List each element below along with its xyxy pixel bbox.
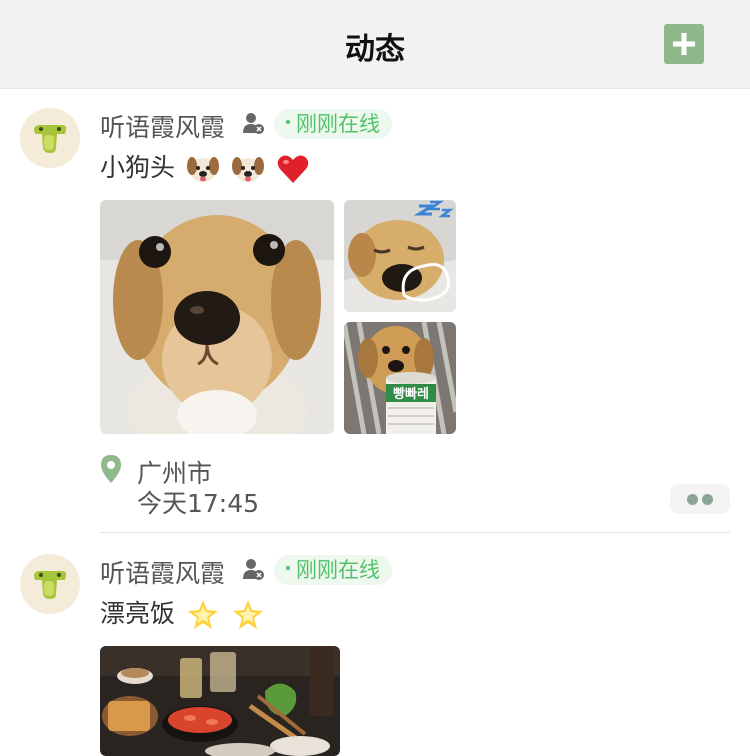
username[interactable]: 听语霞风霞	[100, 554, 225, 590]
photo-food-table[interactable]	[100, 646, 340, 756]
avatar[interactable]	[20, 108, 80, 168]
user-status-icon	[243, 113, 264, 134]
plus-icon	[673, 33, 695, 55]
online-status-badge: 刚刚在线	[274, 109, 392, 139]
post-text-content: 小狗头	[100, 153, 176, 182]
avatar[interactable]	[20, 554, 80, 614]
post-text: 小狗头	[100, 148, 310, 186]
add-post-button[interactable]	[664, 24, 704, 64]
online-dot	[286, 566, 290, 570]
photo-puppy-closeup[interactable]	[100, 200, 334, 434]
cup-label: 빵빠레	[393, 386, 429, 402]
red-heart-icon	[277, 155, 309, 183]
username[interactable]: 听语霞风霞	[100, 108, 225, 144]
location-pin-icon	[101, 455, 121, 483]
dog-face-icon	[186, 157, 219, 182]
top-bar: 动态	[0, 0, 750, 89]
online-status-text: 刚刚在线	[296, 558, 380, 582]
post-text-content: 漂亮饭	[100, 599, 176, 628]
user-status-icon	[243, 559, 264, 580]
online-dot	[286, 120, 290, 124]
glowing-star-icon	[187, 600, 218, 629]
more-options-button[interactable]	[670, 484, 730, 514]
post-text: 漂亮饭	[100, 594, 265, 632]
post-divider	[100, 532, 730, 533]
more-dot	[702, 494, 713, 505]
page-title: 动态	[345, 32, 405, 67]
photo-puppy-with-cup[interactable]: 빵빠레	[344, 322, 456, 434]
online-status-text: 刚刚在线	[296, 112, 380, 136]
glowing-star-icon	[232, 600, 263, 629]
photo-sleeping-puppy[interactable]	[344, 200, 456, 312]
dog-face-icon	[231, 157, 264, 182]
more-dot	[687, 494, 698, 505]
online-status-badge: 刚刚在线	[274, 555, 392, 585]
post-time: 今天17:45	[137, 489, 260, 518]
